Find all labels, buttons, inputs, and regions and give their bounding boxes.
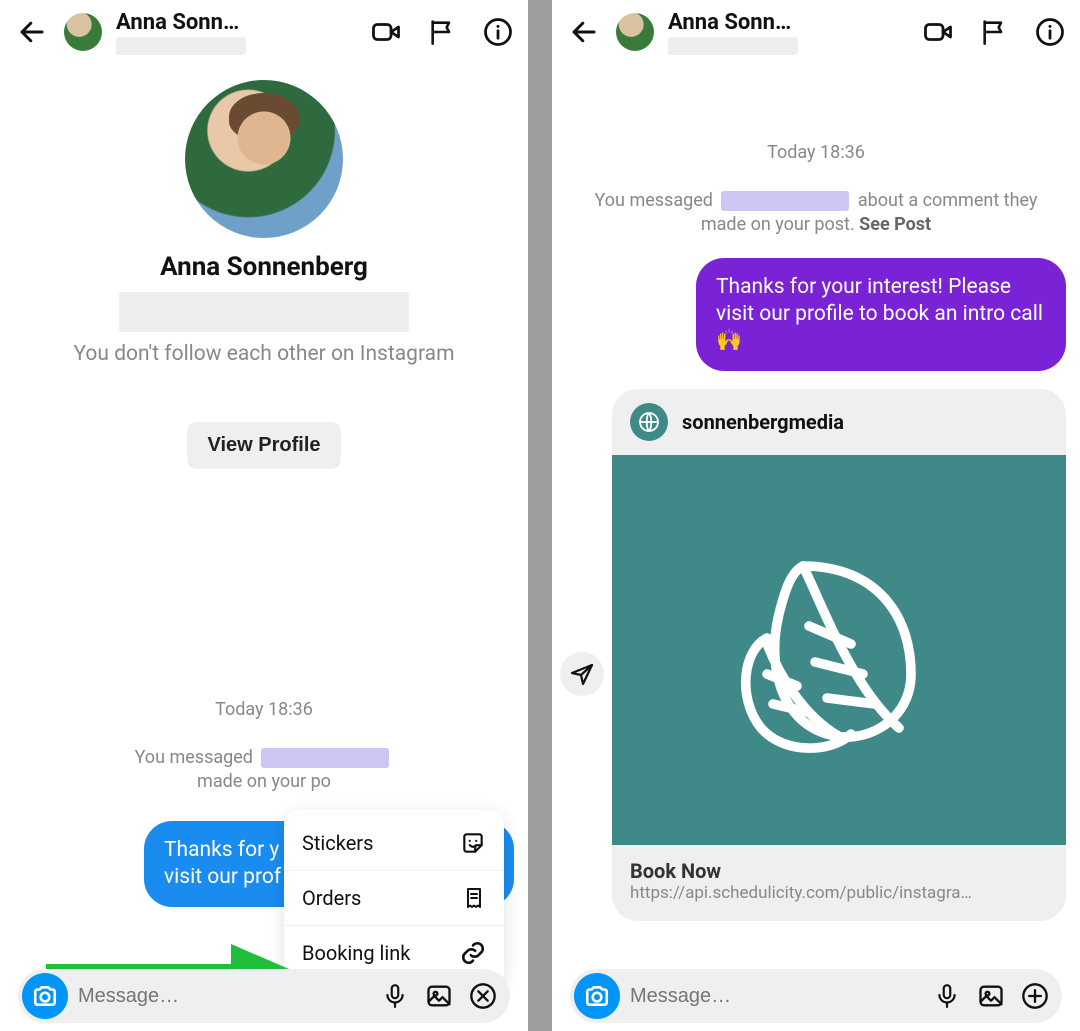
dm-screen-right: Anna Sonn… Today 18:36 You messaged [552,0,1080,1031]
sent-message-bubble[interactable]: Thanks for your interest! Please visit o… [696,258,1066,372]
system-message-prefix: You messaged [595,190,713,211]
shared-link-card[interactable]: sonnenbergmedia Book Now https://api.sch… [612,389,1066,921]
add-attachment-icon[interactable] [1018,979,1052,1013]
system-message: You messaged about a comment they made o… [572,189,1060,238]
header-title-wrap[interactable]: Anna Sonn… [116,10,356,55]
voice-message-icon[interactable] [930,979,964,1013]
header-title: Anna Sonn… [668,10,818,35]
back-button[interactable] [14,14,50,50]
card-brand-name: sonnenbergmedia [682,410,844,434]
menu-item-label: Stickers [302,831,373,855]
header-title-wrap[interactable]: Anna Sonn… [668,10,908,55]
profile-handle-redacted [119,292,409,332]
card-url: https://api.schedulicity.com/public/inst… [630,883,1048,903]
header-avatar[interactable] [64,13,102,51]
see-post-link[interactable]: See Post [859,214,931,235]
gallery-icon[interactable] [422,979,456,1013]
profile-summary: Anna Sonnenberg You don't follow each ot… [0,64,528,469]
video-call-icon[interactable] [922,16,954,48]
link-icon [460,940,486,966]
dm-screen-left: Anna Sonn… Anna Sonnenberg You [0,0,528,1031]
brand-avatar-icon [630,403,668,441]
flag-icon[interactable] [978,16,1010,48]
message-input-bar [18,969,510,1023]
sticker-icon [460,830,486,856]
camera-button[interactable] [574,973,620,1019]
attachment-menu: Stickers Orders Booking link [284,810,504,986]
menu-item-label: Orders [302,886,361,910]
receipt-icon [462,885,486,911]
chat-header: Anna Sonn… [0,0,528,64]
menu-item-stickers[interactable]: Stickers [284,816,504,870]
back-button[interactable] [566,14,602,50]
card-image [612,455,1066,845]
card-footer: Book Now https://api.schedulicity.com/pu… [612,845,1066,921]
message-input[interactable] [78,985,368,1008]
system-message-redacted [721,191,849,211]
header-subtitle-redacted [668,37,798,55]
panel-divider [528,0,552,1031]
menu-item-orders[interactable]: Orders [284,870,504,925]
voice-message-icon[interactable] [378,979,412,1013]
chat-timestamp: Today 18:36 [552,142,1080,163]
close-attachments-icon[interactable] [466,979,500,1013]
follow-status: You don't follow each other on Instagram [0,342,528,366]
share-button[interactable] [560,652,604,696]
header-avatar[interactable] [616,13,654,51]
header-title: Anna Sonn… [116,10,266,35]
profile-avatar[interactable] [185,80,343,238]
system-message-prefix: You messaged [135,747,253,768]
info-icon[interactable] [1034,16,1066,48]
system-message-redacted [261,748,389,768]
flag-icon[interactable] [426,16,458,48]
profile-name: Anna Sonnenberg [0,252,528,282]
card-cta: Book Now [630,859,1048,883]
chat-header: Anna Sonn… [552,0,1080,64]
system-message-suffix: made on your po [197,771,331,792]
system-message: You messaged made on your po [20,746,508,795]
message-input-bar [570,969,1062,1023]
chat-timestamp: Today 18:36 [0,699,528,720]
camera-button[interactable] [22,973,68,1019]
view-profile-button[interactable]: View Profile [187,422,340,469]
menu-item-label: Booking link [302,941,410,965]
card-header: sonnenbergmedia [612,389,1066,455]
gallery-icon[interactable] [974,979,1008,1013]
message-input[interactable] [630,985,920,1008]
video-call-icon[interactable] [370,16,402,48]
header-subtitle-redacted [116,37,246,55]
info-icon[interactable] [482,16,514,48]
